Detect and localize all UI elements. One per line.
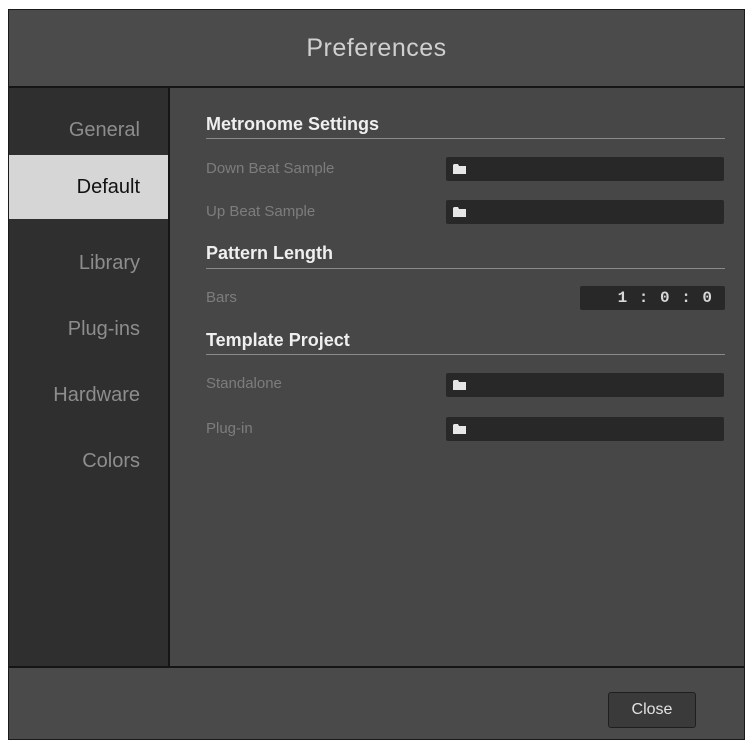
section-title-pattern-length: Pattern Length — [206, 243, 334, 263]
section-divider — [206, 138, 725, 139]
bars-label: Bars — [206, 289, 237, 306]
dialog-footer: Close — [9, 666, 744, 739]
folder-icon[interactable] — [453, 164, 466, 174]
section-title-template-project: Template Project — [206, 330, 350, 350]
section-divider — [206, 354, 725, 355]
plug-in-label: Plug-in — [206, 420, 253, 437]
section-title-metronome: Metronome Settings — [206, 114, 380, 134]
window-title: Preferences — [306, 33, 447, 62]
up-beat-sample-field[interactable] — [446, 200, 724, 224]
title-bar: Preferences — [9, 10, 744, 88]
bars-value-field[interactable]: 1 : 0 : 0 — [580, 286, 725, 310]
section-divider — [206, 268, 725, 269]
plug-in-path-field[interactable] — [446, 417, 724, 441]
sidebar-item-library[interactable]: Library — [9, 231, 168, 295]
preferences-content: Metronome Settings Down Beat Sample Up B… — [170, 88, 744, 666]
sidebar-item-plug-ins[interactable]: Plug-ins — [9, 297, 168, 361]
down-beat-sample-label: Down Beat Sample — [206, 160, 335, 177]
standalone-label: Standalone — [206, 375, 282, 392]
down-beat-sample-field[interactable] — [446, 157, 724, 181]
sidebar-item-hardware[interactable]: Hardware — [9, 363, 168, 427]
up-beat-sample-label: Up Beat Sample — [206, 203, 316, 220]
close-button[interactable]: Close — [608, 692, 696, 728]
preferences-window: Preferences General Default Library Plug… — [8, 9, 745, 740]
sidebar-item-general[interactable]: General — [9, 98, 168, 162]
sidebar-item-default[interactable]: Default — [9, 155, 168, 219]
folder-icon[interactable] — [453, 380, 466, 390]
sidebar-item-colors[interactable]: Colors — [9, 429, 168, 493]
preferences-sidebar: General Default Library Plug-ins Hardwar… — [9, 88, 170, 666]
folder-icon[interactable] — [453, 207, 466, 217]
standalone-path-field[interactable] — [446, 373, 724, 397]
folder-icon[interactable] — [453, 424, 466, 434]
